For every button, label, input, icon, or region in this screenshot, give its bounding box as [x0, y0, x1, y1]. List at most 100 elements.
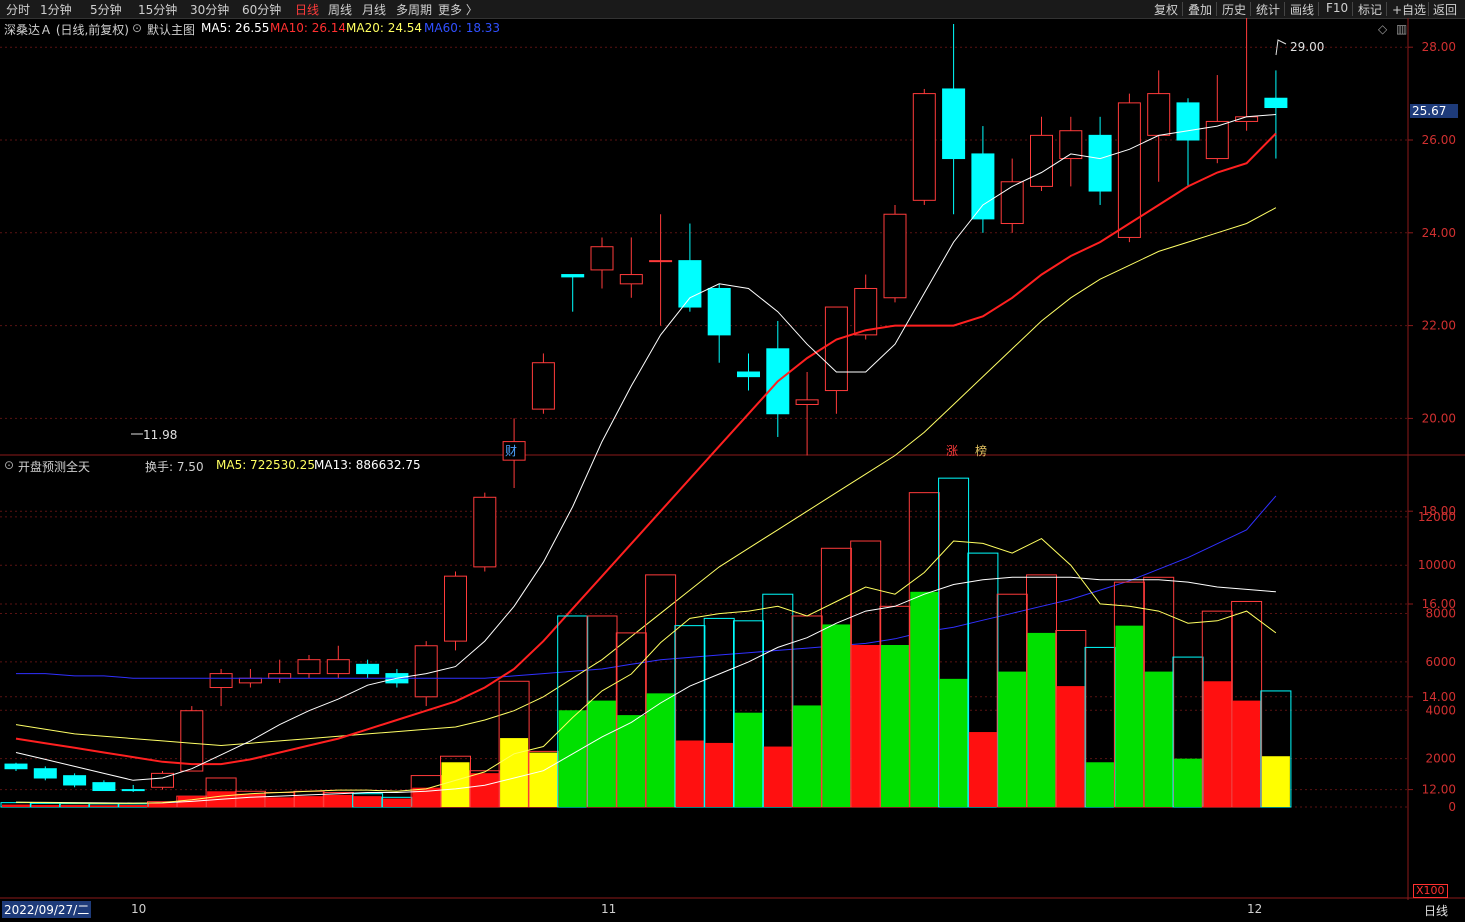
ma10-value: MA10: 26.14 — [270, 21, 347, 35]
candle-body — [649, 260, 673, 263]
candle — [971, 126, 995, 233]
candle-body — [4, 763, 28, 770]
candle-body — [92, 782, 116, 792]
volume-bar — [498, 680, 530, 808]
stock-title: 深桑达Ａ (日线,前复权) — [4, 23, 129, 37]
candle-body — [297, 659, 321, 675]
volume-bar — [967, 552, 999, 808]
price-tick-label: 12.00 — [1422, 783, 1456, 797]
tab-more[interactable]: 更多 〉 — [438, 1, 478, 18]
candle — [121, 784, 145, 792]
sub-indicator-toggle-icon[interactable]: ⊙ — [4, 458, 14, 472]
toolbar-divider — [1352, 2, 1353, 16]
event-marker-ranking[interactable]: 榜 — [975, 442, 987, 459]
candle — [1205, 75, 1229, 164]
volume-actual-fill — [148, 803, 177, 807]
tab-intraday[interactable]: 分时 — [6, 1, 30, 18]
tab-30min[interactable]: 30分钟 — [190, 1, 229, 18]
volume-tick-label: 0 — [1448, 800, 1456, 814]
date-cursor: 2022/09/27/二 — [2, 901, 92, 918]
candle — [649, 214, 673, 326]
candle-body — [942, 88, 966, 160]
price-tick-label: 26.00 — [1422, 133, 1456, 147]
diamond-icon[interactable]: ◇ — [1378, 22, 1387, 36]
volume-actual-fill — [1174, 758, 1202, 807]
stats-button[interactable]: 统计 — [1256, 1, 1280, 18]
candle-body — [473, 496, 497, 568]
toolbar-divider — [1250, 2, 1251, 16]
current-price-badge: 25.67 — [1410, 104, 1458, 118]
volume-bar — [469, 770, 501, 808]
toolbar-divider — [1216, 2, 1217, 16]
volume-actual-fill — [1027, 632, 1056, 807]
candle-body — [1088, 134, 1112, 192]
volume-actual-fill — [324, 794, 353, 807]
tab-daily[interactable]: 日线 — [295, 1, 319, 18]
f10-button[interactable]: F10 — [1326, 1, 1348, 15]
candle-body — [33, 768, 57, 779]
tab-5min[interactable]: 5分钟 — [90, 1, 122, 18]
volume-actual-fill — [588, 700, 616, 807]
volume-bar — [352, 793, 384, 808]
tab-weekly[interactable]: 周线 — [328, 1, 352, 18]
candle-body — [561, 274, 585, 278]
volume-bar — [1201, 610, 1233, 808]
volume-unit-badge: X100 — [1413, 884, 1448, 898]
volume-actual-fill — [2, 804, 30, 807]
overlay-button[interactable]: 叠加 — [1188, 1, 1212, 18]
volume-actual-fill — [851, 644, 880, 807]
tab-multi-period[interactable]: 多周期 — [396, 1, 432, 18]
tab-1min[interactable]: 1分钟 — [40, 1, 72, 18]
tab-60min[interactable]: 60分钟 — [242, 1, 281, 18]
volume-tick-label: 8000 — [1425, 607, 1456, 621]
volume-bar — [293, 790, 325, 808]
event-marker-limit-up[interactable]: 涨 — [946, 442, 958, 459]
candle — [1088, 116, 1112, 205]
period-indicator[interactable]: 日线 — [1424, 902, 1448, 919]
back-button[interactable]: 返回 — [1433, 1, 1457, 18]
volume-actual-fill — [353, 796, 382, 807]
candle-body — [1264, 97, 1288, 109]
volume-tick-label: 2000 — [1425, 752, 1456, 766]
candle-body — [63, 775, 87, 786]
volume-actual-fill — [998, 671, 1027, 807]
volume-bar — [88, 803, 120, 808]
candle-body — [1176, 102, 1200, 141]
price-axis: 12.0014.0016.0018.0020.0022.0024.0026.00… — [1408, 40, 1456, 814]
toolbar-divider — [1284, 2, 1285, 16]
indicator-toggle-icon[interactable]: ⊙ — [132, 21, 142, 35]
volume-actual-fill — [793, 705, 822, 807]
draw-button[interactable]: 画线 — [1290, 1, 1314, 18]
history-button[interactable]: 历史 — [1222, 1, 1246, 18]
panel-menu-icon[interactable]: ▥ — [1396, 22, 1407, 36]
sub-indicator-name[interactable]: 开盘预测全天 — [18, 458, 90, 475]
candle-body — [121, 789, 145, 792]
candle — [737, 353, 760, 391]
main-indicator-name[interactable]: 默认主图 — [147, 21, 195, 38]
candle — [297, 655, 321, 679]
candle — [1176, 98, 1200, 187]
volume-bar — [615, 632, 647, 808]
volume-actual-fill — [1203, 681, 1232, 807]
volume-actual-fill — [1232, 700, 1261, 807]
candle — [912, 88, 936, 205]
volume-actual-fill — [910, 591, 939, 807]
volume-tick-label: 12000 — [1418, 510, 1456, 524]
event-marker-finance[interactable]: 财 — [505, 442, 517, 459]
candle — [883, 204, 907, 303]
volume-bar — [996, 593, 1028, 808]
mark-button[interactable]: 标记 — [1358, 1, 1382, 18]
month-label-dec: 12 — [1247, 902, 1263, 916]
volume-bar — [322, 791, 354, 808]
candle — [444, 571, 467, 651]
volume-actual-fill — [1144, 671, 1173, 807]
price-tick-label: 14.00 — [1422, 690, 1456, 704]
volume-actual-fill — [1261, 756, 1290, 807]
candle-body — [1147, 93, 1171, 136]
tab-15min[interactable]: 15分钟 — [138, 1, 177, 18]
candle-body — [326, 659, 350, 675]
adjust-button[interactable]: 复权 — [1154, 1, 1178, 18]
add-watchlist-button[interactable]: +自选 — [1392, 1, 1426, 18]
ma60-value: MA60: 18.33 — [424, 21, 501, 35]
tab-monthly[interactable]: 月线 — [362, 1, 386, 18]
